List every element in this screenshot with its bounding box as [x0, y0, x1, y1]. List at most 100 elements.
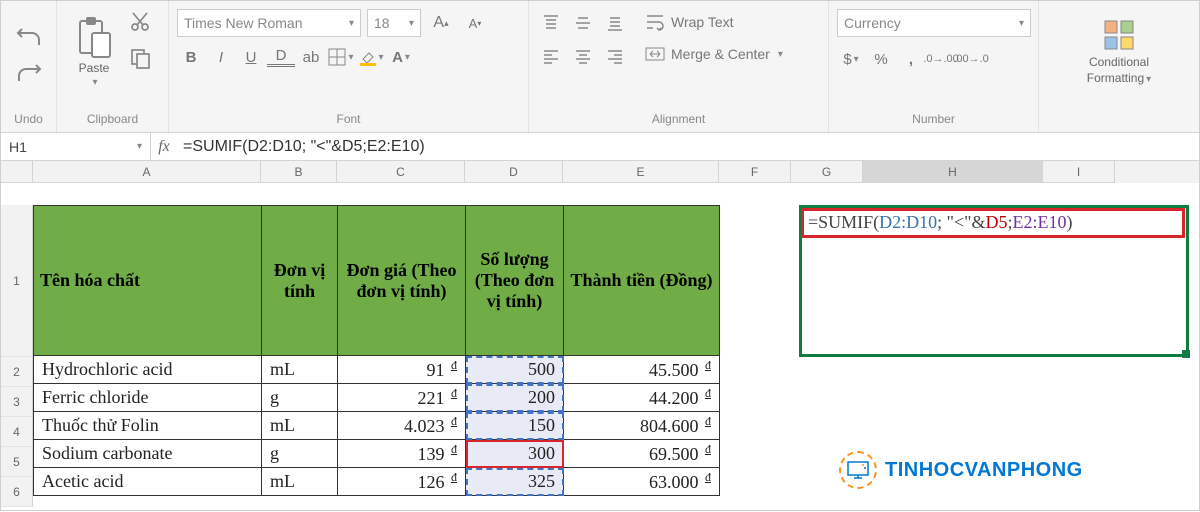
- cell[interactable]: mL: [262, 412, 338, 440]
- row-header[interactable]: 2: [1, 357, 33, 387]
- cell[interactable]: 200: [466, 384, 564, 412]
- col-header[interactable]: E: [563, 161, 719, 183]
- table-row: Thuốc thử FolinmL4.023 đ150804.600 đ: [34, 412, 720, 440]
- header-cell[interactable]: Số lượng (Theo đơn vị tính): [466, 206, 564, 356]
- increase-font-icon[interactable]: A▴: [427, 10, 455, 36]
- strikethrough-button[interactable]: ab: [297, 44, 325, 70]
- conditional-formatting-button[interactable]: Conditional Formatting▾: [1074, 5, 1164, 97]
- header-cell[interactable]: Thành tiền (Đồng): [564, 206, 720, 356]
- col-header[interactable]: F: [719, 161, 791, 183]
- align-right-icon[interactable]: [601, 44, 629, 70]
- fill-handle[interactable]: [1182, 350, 1190, 358]
- fill-color-button[interactable]: ▾: [357, 44, 385, 70]
- decrease-decimal-icon[interactable]: .00→.0: [957, 46, 985, 72]
- increase-decimal-icon[interactable]: .0→.00: [927, 46, 955, 72]
- cell[interactable]: 4.023 đ: [338, 412, 466, 440]
- copy-icon[interactable]: [129, 47, 151, 69]
- row-header[interactable]: 1: [1, 205, 33, 357]
- cell[interactable]: 500: [466, 356, 564, 384]
- name-box[interactable]: H1▾: [1, 133, 151, 160]
- cell[interactable]: 221 đ: [338, 384, 466, 412]
- cell[interactable]: Sodium carbonate: [34, 440, 262, 468]
- merge-center-button[interactable]: Merge & Center▾: [645, 41, 783, 67]
- group-label-clipboard: Clipboard: [65, 112, 160, 130]
- cut-icon[interactable]: [129, 11, 151, 33]
- select-all-corner[interactable]: [1, 161, 33, 183]
- row-header[interactable]: 3: [1, 387, 33, 417]
- header-cell[interactable]: Tên hóa chất: [34, 206, 262, 356]
- col-header[interactable]: I: [1043, 161, 1115, 183]
- cell[interactable]: Hydrochloric acid: [34, 356, 262, 384]
- align-middle-icon[interactable]: [569, 10, 597, 36]
- align-left-icon[interactable]: [537, 44, 565, 70]
- col-header[interactable]: C: [337, 161, 465, 183]
- paste-button[interactable]: Paste ▾: [65, 5, 123, 97]
- cell[interactable]: mL: [262, 468, 338, 496]
- cell[interactable]: 139 đ: [338, 440, 466, 468]
- decrease-font-icon[interactable]: A▾: [461, 10, 489, 36]
- cell[interactable]: 325: [466, 468, 564, 496]
- watermark: TINHOCVANPHONG: [839, 451, 1083, 489]
- align-bottom-icon[interactable]: [601, 10, 629, 36]
- row-header[interactable]: 6: [1, 477, 33, 507]
- undo-icon[interactable]: [16, 26, 42, 48]
- col-header[interactable]: G: [791, 161, 863, 183]
- cell[interactable]: 300: [466, 440, 564, 468]
- cell[interactable]: 69.500 đ: [564, 440, 720, 468]
- group-label-alignment: Alignment: [537, 112, 820, 130]
- annotation-highlight: [801, 208, 1185, 238]
- cell[interactable]: 804.600 đ: [564, 412, 720, 440]
- cell[interactable]: Thuốc thử Folin: [34, 412, 262, 440]
- table-row: Ferric chlorideg221 đ20044.200 đ: [34, 384, 720, 412]
- italic-button[interactable]: I: [207, 44, 235, 70]
- row-header[interactable]: 5: [1, 447, 33, 477]
- underline-button[interactable]: U: [237, 44, 265, 70]
- cell[interactable]: mL: [262, 356, 338, 384]
- table-row: Hydrochloric acidmL91 đ50045.500 đ: [34, 356, 720, 384]
- group-label-font: Font: [177, 112, 520, 130]
- formula-bar: H1▾ fx =SUMIF(D2:D10; "<"&D5;E2:E10): [1, 133, 1199, 161]
- cell[interactable]: 44.200 đ: [564, 384, 720, 412]
- font-size-select[interactable]: 18▾: [367, 9, 421, 37]
- redo-icon[interactable]: [16, 62, 42, 84]
- group-label-undo: Undo: [9, 112, 48, 130]
- align-top-icon[interactable]: [537, 10, 565, 36]
- table-row: Sodium carbonateg139 đ30069.500 đ: [34, 440, 720, 468]
- double-underline-button[interactable]: D: [267, 47, 295, 67]
- cell[interactable]: g: [262, 440, 338, 468]
- cell[interactable]: Ferric chloride: [34, 384, 262, 412]
- header-cell[interactable]: Đơn vị tính: [262, 206, 338, 356]
- col-header[interactable]: D: [465, 161, 563, 183]
- wrap-text-button[interactable]: Wrap Text: [645, 9, 783, 35]
- borders-button[interactable]: ▾: [327, 44, 355, 70]
- cell[interactable]: 45.500 đ: [564, 356, 720, 384]
- fx-icon[interactable]: fx: [151, 138, 177, 156]
- percent-icon[interactable]: %: [867, 46, 895, 72]
- number-format-select[interactable]: Currency▾: [837, 9, 1031, 37]
- cell[interactable]: 126 đ: [338, 468, 466, 496]
- cell[interactable]: 63.000 đ: [564, 468, 720, 496]
- align-center-icon[interactable]: [569, 44, 597, 70]
- header-cell[interactable]: Đơn giá (Theo đơn vị tính): [338, 206, 466, 356]
- chevron-down-icon: ▾: [92, 77, 97, 88]
- cell[interactable]: 91 đ: [338, 356, 466, 384]
- cell[interactable]: g: [262, 384, 338, 412]
- column-headers: A B C D E F G H I: [1, 161, 1199, 183]
- ribbon: Undo Paste ▾ Clipboard Times New Roman▾ …: [1, 1, 1199, 133]
- row-header[interactable]: 4: [1, 417, 33, 447]
- comma-icon[interactable]: ,: [897, 46, 925, 72]
- col-header[interactable]: A: [33, 161, 261, 183]
- monitor-icon: [847, 461, 869, 479]
- table-row: Acetic acidmL126 đ32563.000 đ: [34, 468, 720, 496]
- data-table: Tên hóa chất Đơn vị tính Đơn giá (Theo đ…: [33, 205, 720, 496]
- font-name-select[interactable]: Times New Roman▾: [177, 9, 361, 37]
- cell[interactable]: Acetic acid: [34, 468, 262, 496]
- paste-label: Paste: [79, 61, 110, 75]
- col-header-active[interactable]: H: [863, 161, 1043, 183]
- font-color-button[interactable]: A▾: [387, 44, 415, 70]
- col-header[interactable]: B: [261, 161, 337, 183]
- cell[interactable]: 150: [466, 412, 564, 440]
- bold-button[interactable]: B: [177, 44, 205, 70]
- currency-icon[interactable]: $▾: [837, 46, 865, 72]
- formula-input[interactable]: =SUMIF(D2:D10; "<"&D5;E2:E10): [177, 138, 1199, 156]
